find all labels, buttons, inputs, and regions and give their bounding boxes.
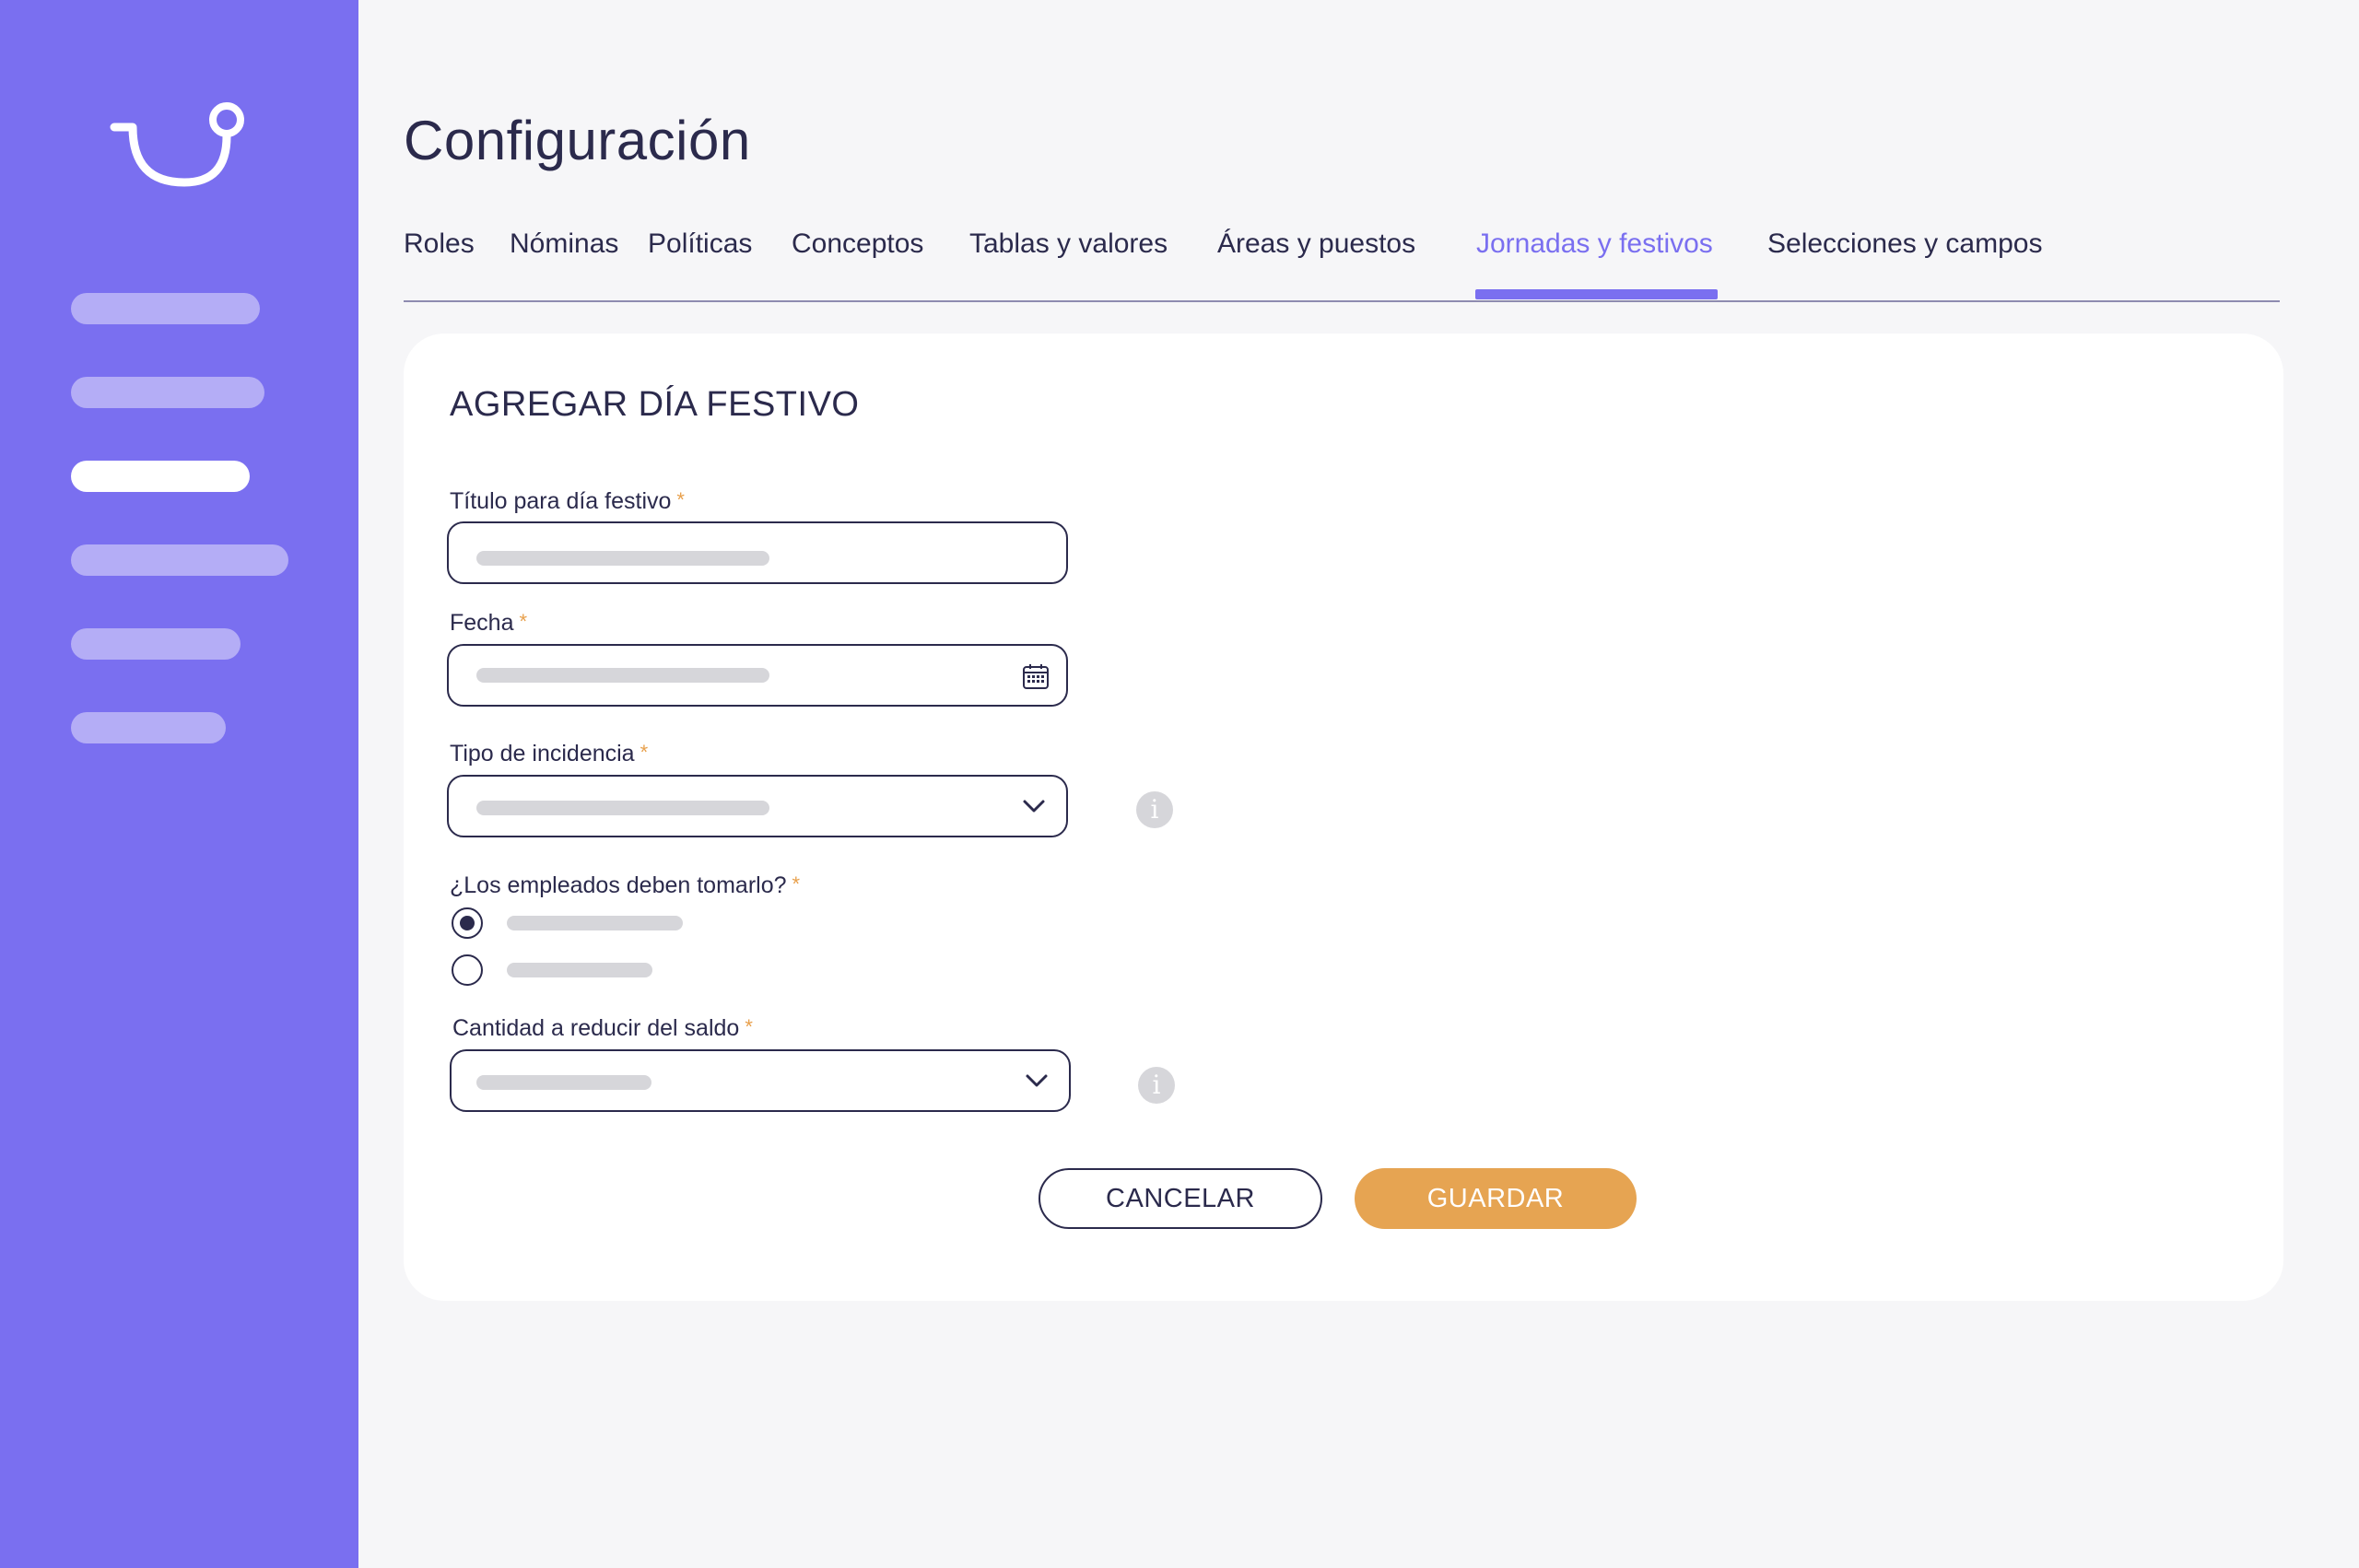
holiday-title-label: Título para día festivo * xyxy=(450,488,685,514)
chevron-down-icon xyxy=(1023,800,1045,813)
active-tab-indicator xyxy=(1475,289,1718,299)
tab-areas-y-puestos[interactable]: Áreas y puestos xyxy=(1217,228,1415,260)
placeholder-text xyxy=(476,1075,651,1090)
required-mark: * xyxy=(640,741,649,764)
info-icon[interactable]: i xyxy=(1138,1067,1175,1104)
cancel-button[interactable]: CANCELAR xyxy=(1039,1168,1322,1229)
tab-bar: Roles Nóminas Políticas Conceptos Tablas… xyxy=(404,219,2280,302)
tab-selecciones-y-campos[interactable]: Selecciones y campos xyxy=(1767,228,2042,260)
reduce-amount-label: Cantidad a reducir del saldo * xyxy=(452,1015,753,1041)
sidebar-item-3-active[interactable] xyxy=(71,461,250,492)
required-mark: * xyxy=(792,872,801,895)
sidebar-item-6[interactable] xyxy=(71,712,226,743)
incidence-type-label: Tipo de incidencia * xyxy=(450,741,649,766)
tab-politicas[interactable]: Políticas xyxy=(648,228,752,260)
tab-conceptos[interactable]: Conceptos xyxy=(792,228,923,260)
employees-take-option-2-radio[interactable] xyxy=(452,954,483,986)
save-button[interactable]: GUARDAR xyxy=(1355,1168,1637,1229)
info-icon[interactable]: i xyxy=(1136,791,1173,828)
employees-take-option-1-radio[interactable] xyxy=(452,907,483,939)
reduce-amount-select[interactable] xyxy=(450,1049,1071,1112)
sidebar-item-5[interactable] xyxy=(71,628,241,660)
tab-nominas[interactable]: Nóminas xyxy=(510,228,618,260)
page-title: Configuración xyxy=(404,110,751,171)
placeholder-text xyxy=(476,668,769,683)
placeholder-text xyxy=(476,801,769,815)
required-mark: * xyxy=(519,610,528,633)
sidebar-item-2[interactable] xyxy=(71,377,264,408)
date-label: Fecha * xyxy=(450,610,528,636)
chevron-down-icon xyxy=(1026,1074,1048,1087)
employees-take-label: ¿Los empleados deben tomarlo? * xyxy=(450,872,801,898)
add-holiday-card: AGREGAR DÍA FESTIVO Título para día fest… xyxy=(404,333,2283,1301)
form-title: AGREGAR DÍA FESTIVO xyxy=(450,385,860,424)
placeholder-text xyxy=(476,551,769,566)
tab-tablas-y-valores[interactable]: Tablas y valores xyxy=(969,228,1168,260)
tab-jornadas-y-festivos[interactable]: Jornadas y festivos xyxy=(1476,228,1713,260)
incidence-type-select[interactable] xyxy=(447,775,1068,837)
date-input[interactable] xyxy=(447,644,1068,707)
smile-logo-icon xyxy=(110,102,244,187)
sidebar-item-1[interactable] xyxy=(71,293,260,324)
radio-option-2-label xyxy=(507,963,652,977)
sidebar xyxy=(0,0,358,1568)
holiday-title-input[interactable] xyxy=(447,521,1068,584)
calendar-icon[interactable] xyxy=(1022,662,1050,690)
sidebar-item-4[interactable] xyxy=(71,544,288,576)
tab-roles[interactable]: Roles xyxy=(404,228,475,260)
required-mark: * xyxy=(676,488,685,511)
required-mark: * xyxy=(745,1015,753,1038)
main-content: Configuración Roles Nóminas Políticas Co… xyxy=(358,0,2359,1568)
radio-option-1-label xyxy=(507,916,683,930)
